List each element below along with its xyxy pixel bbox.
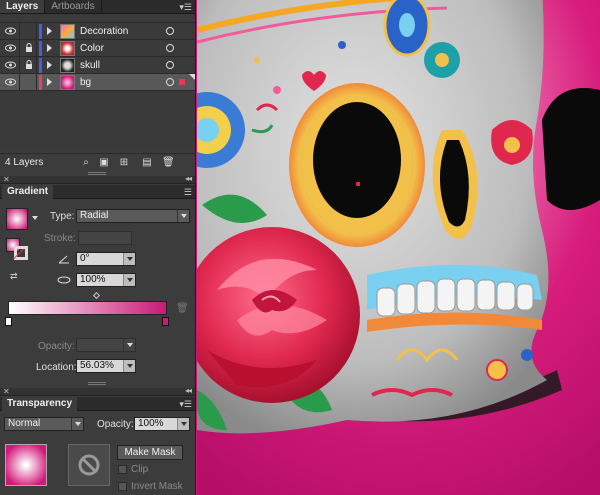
panel-menu-icon[interactable]: ☰ xyxy=(184,185,192,199)
stop-opacity-input xyxy=(76,338,136,352)
angle-icon xyxy=(58,255,69,264)
layer-thumbnail xyxy=(60,41,75,56)
trash-icon[interactable]: 🗑 xyxy=(162,157,175,168)
new-layer-icon[interactable]: ▤ xyxy=(141,157,153,168)
transparency-title-bar: Transparency ▾☰ xyxy=(0,397,195,411)
trash-icon[interactable]: 🗑 xyxy=(176,303,189,314)
resize-grip[interactable] xyxy=(88,172,106,175)
panel-menu-icon[interactable]: ▾☰ xyxy=(179,397,192,411)
location-value: 56.03% xyxy=(80,360,114,371)
layer-name[interactable]: Decoration xyxy=(80,23,128,40)
target-icon[interactable] xyxy=(166,27,174,35)
color-stop-end[interactable] xyxy=(162,317,169,326)
blend-mode-value: Normal xyxy=(8,418,41,429)
aspect-ratio-input[interactable]: 100% xyxy=(76,273,136,287)
mask-thumbnail[interactable] xyxy=(68,444,110,486)
target-icon[interactable] xyxy=(166,61,174,69)
layer-thumbnail xyxy=(60,75,75,90)
tab-artboards[interactable]: Artboards xyxy=(45,0,102,13)
location-input[interactable]: 56.03% xyxy=(76,359,136,373)
layers-list: Decoration Color skull bg xyxy=(0,23,195,151)
gradient-title-bar: Gradient ☰ xyxy=(0,185,195,199)
stroke-options xyxy=(78,231,132,245)
stroke-label: Stroke: xyxy=(44,233,76,244)
target-icon[interactable] xyxy=(166,44,174,52)
layer-name[interactable]: skull xyxy=(80,57,100,74)
collapse-bar[interactable]: ✕ ◂◂ xyxy=(0,174,195,184)
type-select[interactable]: Radial xyxy=(76,209,190,223)
no-mask-icon xyxy=(78,454,100,476)
expand-triangle-icon[interactable] xyxy=(47,78,52,86)
invert-mask-checkbox xyxy=(118,482,127,491)
layer-name[interactable]: bg xyxy=(80,74,91,91)
lock-icon[interactable] xyxy=(25,43,33,53)
eye-icon[interactable] xyxy=(5,44,16,52)
type-label: Type: xyxy=(50,211,75,222)
clip-label: Clip xyxy=(131,464,149,475)
layer-name[interactable]: Color xyxy=(80,40,104,57)
resize-grip[interactable] xyxy=(88,382,106,385)
opacity-input[interactable]: 100% xyxy=(134,417,190,431)
invert-mask-label: Invert Mask xyxy=(131,481,183,492)
opacity-label: Opacity: xyxy=(97,419,134,430)
angle-value: 0° xyxy=(80,253,90,264)
eye-icon[interactable] xyxy=(5,27,16,35)
locate-object-icon[interactable]: ⌕ xyxy=(80,157,92,168)
aspect-ratio-icon xyxy=(57,276,71,284)
opacity-value: 100% xyxy=(138,418,164,429)
midpoint-diamond[interactable] xyxy=(92,291,101,300)
layer-row-skull[interactable]: skull xyxy=(0,57,195,74)
object-thumbnail[interactable] xyxy=(5,444,47,486)
expand-triangle-icon[interactable] xyxy=(47,44,52,52)
aspect-value: 100% xyxy=(80,274,106,285)
blend-mode-select[interactable]: Normal xyxy=(4,417,84,431)
sugar-skull-artwork xyxy=(197,0,600,495)
expand-triangle-icon[interactable] xyxy=(47,27,52,35)
make-clipping-mask-icon[interactable]: ▣ xyxy=(98,157,110,168)
location-label: Location: xyxy=(36,362,77,373)
opacity-label: Opacity: xyxy=(38,341,75,352)
target-icon[interactable] xyxy=(166,78,174,86)
gradient-swatch[interactable] xyxy=(6,208,28,230)
layers-tab-row: Layers Artboards ▾☰ xyxy=(0,0,195,14)
gradient-panel: Gradient ☰ Type: Radial Stroke: ⇄ 0° 100… xyxy=(0,185,195,390)
transparency-title[interactable]: Transparency xyxy=(2,397,78,411)
eye-icon[interactable] xyxy=(5,78,16,86)
fill-stroke-proxy[interactable] xyxy=(6,238,30,262)
selection-indicator[interactable] xyxy=(179,79,185,85)
color-stop-start[interactable] xyxy=(5,317,12,326)
tab-layers[interactable]: Layers xyxy=(0,0,46,13)
eye-icon[interactable] xyxy=(5,61,16,69)
expand-triangle-icon[interactable] xyxy=(47,61,52,69)
swatch-dropdown-icon[interactable] xyxy=(32,216,38,220)
type-value: Radial xyxy=(80,210,109,221)
gradient-slider[interactable] xyxy=(8,301,167,315)
panels-dock: Layers Artboards ▾☰ Decoration Color sku… xyxy=(0,0,196,495)
layer-thumbnail xyxy=(60,58,75,73)
panel-menu-icon[interactable]: ▾☰ xyxy=(179,0,192,14)
layer-row-decoration[interactable]: Decoration xyxy=(0,23,195,40)
layer-row-bg[interactable]: bg xyxy=(0,74,195,91)
artwork-canvas[interactable] xyxy=(197,0,600,495)
gradient-title[interactable]: Gradient xyxy=(2,185,54,199)
angle-input[interactable]: 0° xyxy=(76,252,136,266)
layer-thumbnail xyxy=(60,24,75,39)
lock-icon[interactable] xyxy=(25,60,33,70)
collapse-bar[interactable]: ✕ ◂◂ xyxy=(0,386,195,396)
clip-checkbox xyxy=(118,465,127,474)
new-sublayer-icon[interactable]: ⊞ xyxy=(118,157,130,168)
layers-footer: 4 Layers ⌕ ▣ ⊞ ▤ 🗑 xyxy=(0,153,195,171)
layer-row-color[interactable]: Color xyxy=(0,40,195,57)
make-mask-button[interactable]: Make Mask xyxy=(117,445,183,460)
transparency-panel: Transparency ▾☰ Normal Opacity: 100% Mak… xyxy=(0,397,195,495)
swap-icon[interactable]: ⇄ xyxy=(10,271,22,281)
layer-count: 4 Layers xyxy=(5,157,44,168)
